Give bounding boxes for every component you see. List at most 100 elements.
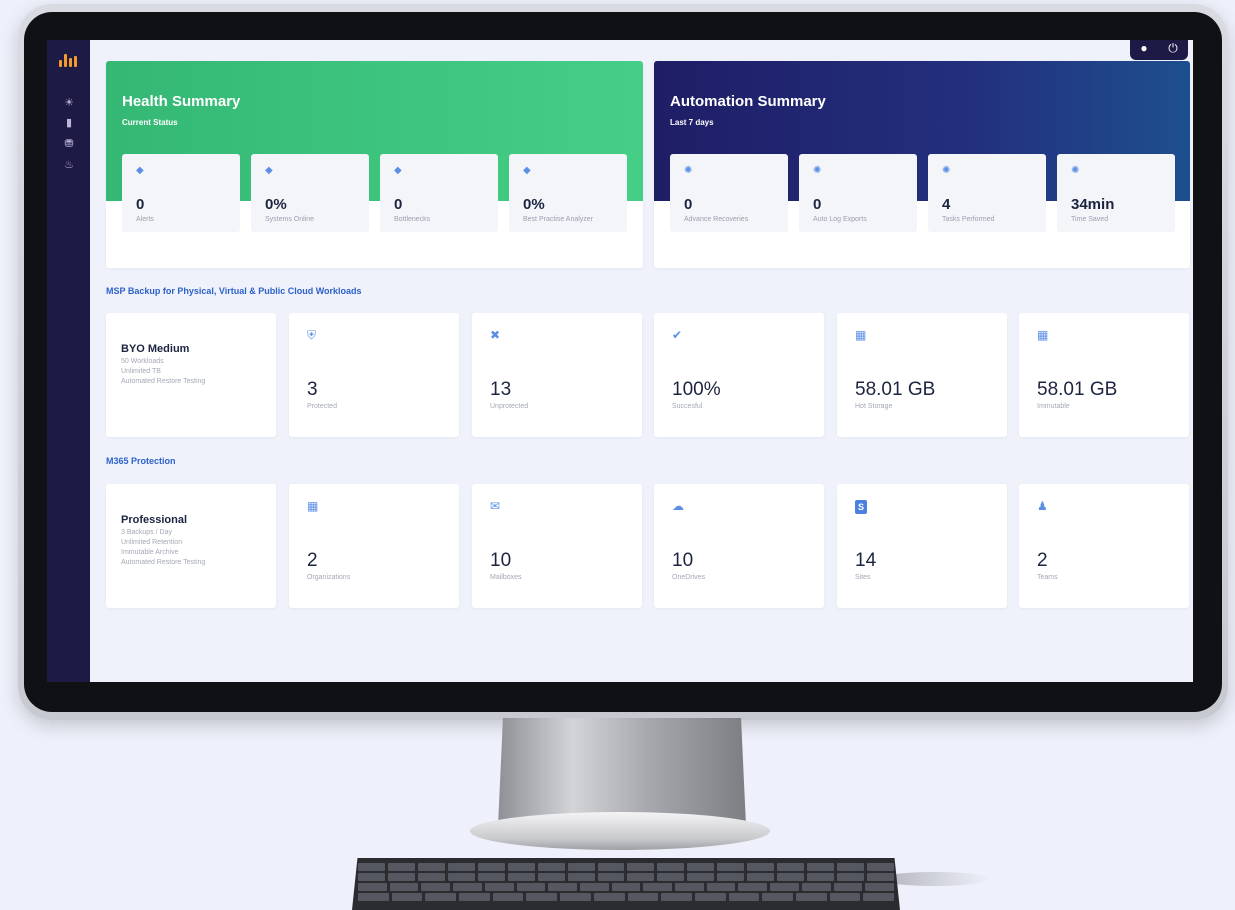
shield-icon: ◆ [394, 165, 402, 176]
spark-icon: ✺ [684, 165, 693, 176]
automation-title: Automation Summary [670, 93, 826, 110]
health-title: Health Summary [122, 93, 241, 110]
stat-label: Systems Online [265, 216, 315, 223]
stat-label: Teams [1037, 574, 1058, 581]
user-icon[interactable]: ● [1140, 42, 1147, 54]
stat-value: 0% [265, 196, 287, 213]
automation-stat[interactable]: ✺ 0 Auto Log Exports [799, 154, 917, 232]
plan-detail: Automated Restore Testing [121, 559, 206, 566]
stat-value: 4 [942, 196, 951, 213]
windows-icon: ▦ [307, 499, 319, 513]
m365-stat-card[interactable]: S 14 Sites [837, 484, 1007, 608]
stat-value: 14 [855, 550, 877, 571]
plan-detail: 3 Backups / Day [121, 529, 172, 536]
stat-value: 0 [394, 196, 403, 213]
stat-label: Unprotected [490, 403, 529, 410]
stat-value: 58.01 GB [1037, 379, 1118, 400]
shield-check-icon: ⛨ [307, 328, 317, 342]
dashboard-screen: ☀ ▮ ⛃ ♨ ● ⏻ Health Summary Current Statu… [47, 40, 1193, 682]
msp-section-title: MSP Backup for Physical, Virtual & Publi… [106, 286, 362, 296]
stat-label: Hot Storage [855, 403, 893, 410]
storage-icon: ▦ [855, 328, 867, 342]
spark-icon: ✺ [942, 165, 951, 176]
stat-label: Alerts [136, 216, 154, 223]
teams-icon: ♟ [1037, 499, 1048, 513]
stat-value: 3 [307, 379, 318, 400]
m365-section-title: M365 Protection [106, 456, 176, 466]
shield-icon: ◆ [265, 165, 273, 176]
shield-x-icon: ✖ [490, 328, 501, 342]
msp-stat-card[interactable]: ✔ 100% Succesful [654, 313, 824, 437]
msp-stat-card[interactable]: ▦ 58.01 GB Hot Storage [837, 313, 1007, 437]
msp-stat-card[interactable]: ⛨ 3 Protected [289, 313, 459, 437]
plan-name: BYO Medium [121, 343, 190, 355]
automation-stat[interactable]: ✺ 4 Tasks Performed [928, 154, 1046, 232]
power-icon[interactable]: ⏻ [1168, 42, 1178, 54]
m365-stat-card[interactable]: ♟ 2 Teams [1019, 484, 1189, 608]
automation-subtitle: Last 7 days [670, 118, 714, 127]
stat-value: 10 [490, 550, 512, 571]
automation-stat[interactable]: ✺ 0 Advance Recoveries [670, 154, 788, 232]
sun-icon[interactable]: ☀ [62, 96, 76, 110]
stat-label: Succesful [672, 403, 703, 410]
stat-label: Protected [307, 403, 337, 410]
stat-value: 0 [136, 196, 145, 213]
health-stat[interactable]: ◆ 0% Systems Online [251, 154, 369, 232]
plan-detail: Immutable Archive [121, 549, 179, 556]
stat-label: Sites [855, 574, 871, 581]
plan-detail: 50 Workloads [121, 358, 164, 365]
m365-plan-card[interactable]: Professional 3 Backups / Day Unlimited R… [106, 484, 276, 608]
spark-icon: ✺ [813, 165, 822, 176]
stat-value: 10 [672, 550, 694, 571]
monitor-stand [498, 718, 746, 826]
stat-label: Mailboxes [490, 574, 522, 581]
msp-plan-card[interactable]: BYO Medium 50 Workloads Unlimited TB Aut… [106, 313, 276, 437]
stat-value: 100% [672, 379, 721, 400]
monitor-stage: ☀ ▮ ⛃ ♨ ● ⏻ Health Summary Current Statu… [0, 0, 1235, 910]
bar-chart-icon[interactable]: ▮ [62, 116, 76, 130]
monitor-base [470, 812, 770, 850]
health-subtitle: Current Status [122, 118, 178, 127]
stat-value: 58.01 GB [855, 379, 936, 400]
m365-stat-card[interactable]: ▦ 2 Organizations [289, 484, 459, 608]
storage-icon: ▦ [1037, 328, 1049, 342]
bell-icon[interactable]: ♨ [62, 158, 76, 172]
bank-icon[interactable]: ⛃ [62, 137, 76, 151]
health-stat[interactable]: ◆ 0 Alerts [122, 154, 240, 232]
stat-value: 0% [523, 196, 545, 213]
stat-label: Best Practise Analyzer [523, 216, 594, 223]
stat-label: Organizations [307, 574, 351, 581]
stat-label: Immutable [1037, 403, 1070, 410]
health-summary-card: Health Summary Current Status ◆ 0 Alerts… [106, 61, 643, 268]
shield-icon: ◆ [523, 165, 531, 176]
cloud-icon: ☁ [672, 499, 684, 513]
plan-detail: Automated Restore Testing [121, 378, 206, 385]
stat-label: Bottlenecks [394, 216, 431, 223]
sidebar: ☀ ▮ ⛃ ♨ [47, 40, 90, 682]
health-stat[interactable]: ◆ 0% Best Practise Analyzer [509, 154, 627, 232]
bar-logo[interactable] [59, 54, 77, 67]
automation-summary-card: Automation Summary Last 7 days ✺ 0 Advan… [654, 61, 1190, 268]
plan-detail: Unlimited TB [121, 368, 161, 375]
top-actions: ● ⏻ [1130, 40, 1188, 60]
stat-value: 0 [684, 196, 693, 213]
stat-label: Advance Recoveries [684, 216, 749, 223]
stat-value: 2 [1037, 550, 1048, 571]
stat-value: 0 [813, 196, 822, 213]
m365-stat-card[interactable]: ✉ 10 Mailboxes [472, 484, 642, 608]
stat-label: OneDrives [672, 574, 706, 581]
stat-label: Auto Log Exports [813, 216, 867, 223]
automation-stat[interactable]: ✺ 34min Time Saved [1057, 154, 1175, 232]
plan-name: Professional [121, 514, 188, 526]
keyboard [352, 858, 900, 910]
m365-stat-card[interactable]: ☁ 10 OneDrives [654, 484, 824, 608]
stat-label: Tasks Performed [942, 216, 995, 223]
health-stat[interactable]: ◆ 0 Bottlenecks [380, 154, 498, 232]
stat-value: 2 [307, 550, 318, 571]
msp-stat-card[interactable]: ✖ 13 Unprotected [472, 313, 642, 437]
check-circle-icon: ✔ [672, 328, 683, 342]
msp-stat-card[interactable]: ▦ 58.01 GB Immutable [1019, 313, 1189, 437]
stat-value: 34min [1071, 196, 1115, 213]
mail-icon: ✉ [490, 499, 501, 513]
stat-label: Time Saved [1071, 216, 1109, 223]
